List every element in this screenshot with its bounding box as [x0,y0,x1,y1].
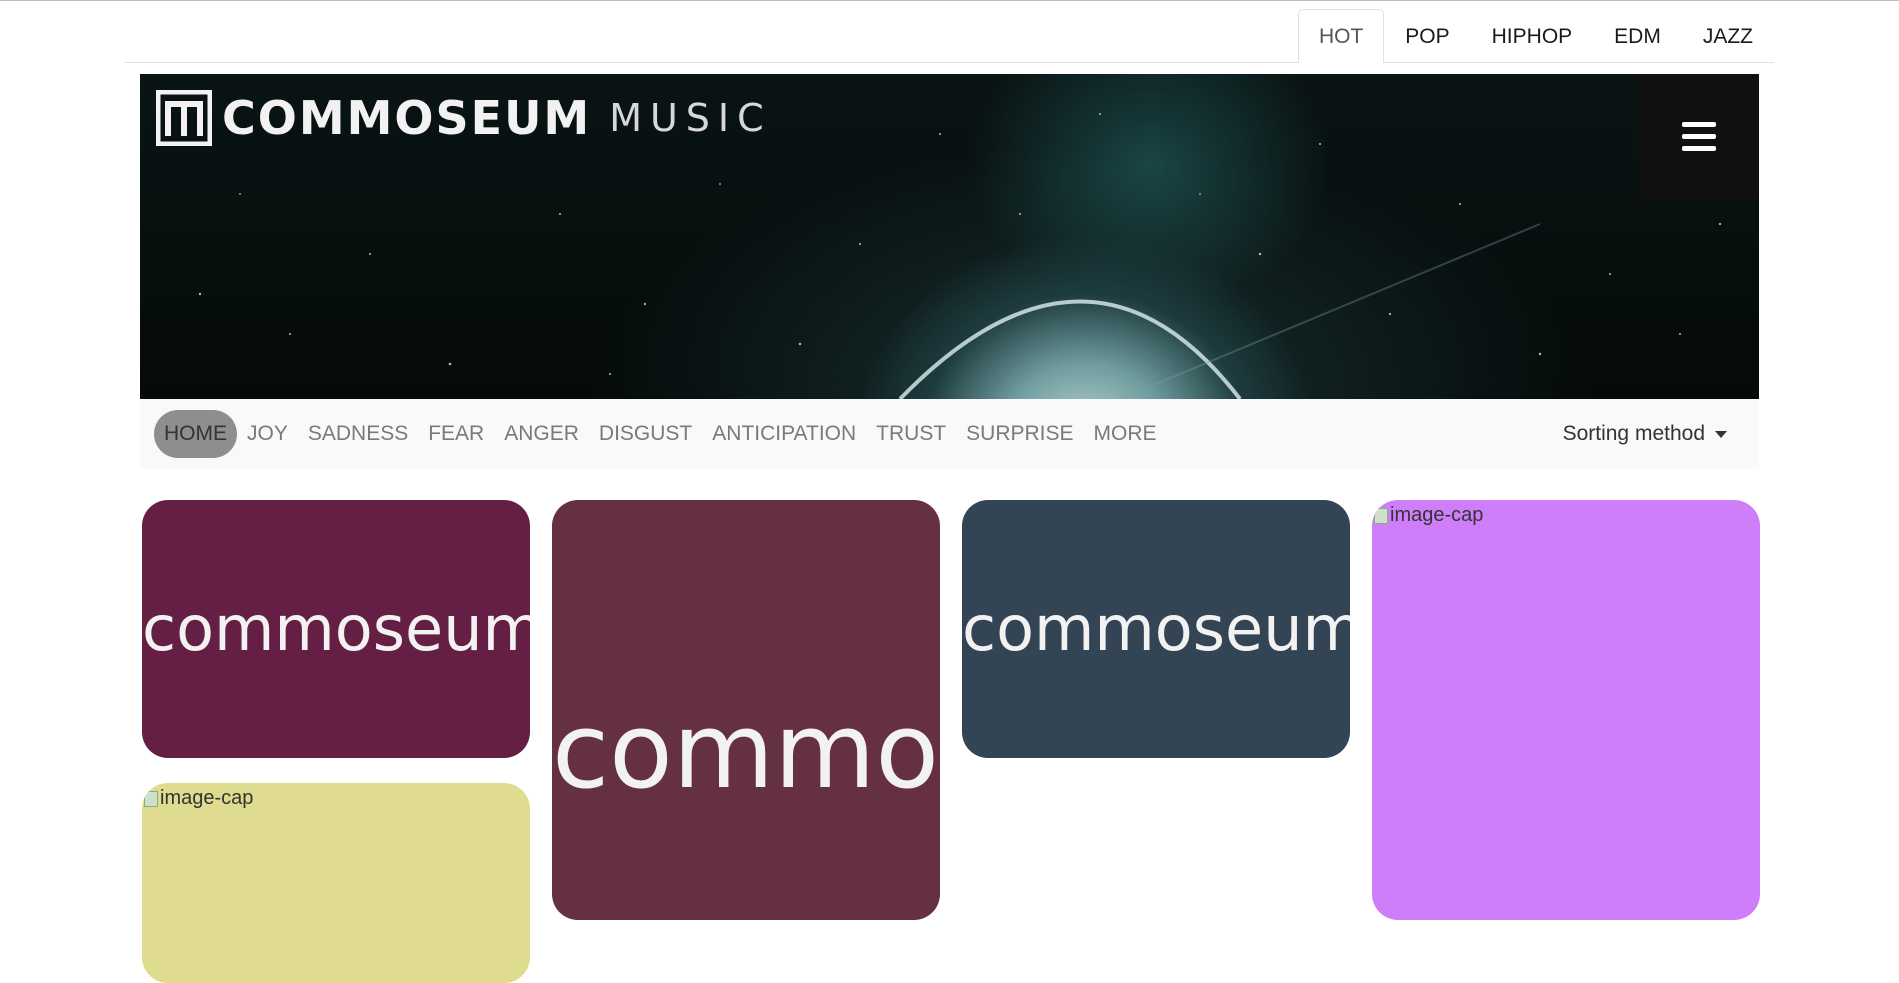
site-logo[interactable]: COMMOSEUM MUSIC [156,90,772,146]
nav-item-surprise[interactable]: SURPRISE [956,410,1083,458]
nav-item-home[interactable]: HOME [154,410,237,458]
music-card[interactable]: commoseum [962,500,1350,758]
card-title: commoseum [142,592,530,665]
nav-item-sadness[interactable]: SADNESS [298,410,418,458]
nav-item-anger[interactable]: ANGER [494,410,589,458]
nav-item-joy[interactable]: JOY [237,410,298,458]
tab-edm[interactable]: EDM [1593,10,1682,62]
broken-image-alt: image-cap [144,787,253,810]
music-card[interactable]: commoseum [142,500,530,758]
logo-subtitle: MUSIC [609,96,772,140]
card-title: commoseum [962,592,1350,665]
logo-mark-icon [156,90,212,146]
music-card[interactable]: commoseum [552,500,940,920]
tab-pop[interactable]: POP [1384,10,1470,62]
card-title: commoseum [552,690,940,812]
music-card[interactable]: image-cap [142,783,530,983]
sorting-method-label: Sorting method [1562,422,1705,445]
logo-wordmark: COMMOSEUM [222,91,592,145]
header-banner: COMMOSEUM MUSIC [140,74,1759,399]
broken-image-icon [144,790,158,807]
image-alt-text: image-cap [1390,504,1484,526]
caret-down-icon [1715,430,1727,438]
tab-hot[interactable]: HOT [1297,9,1385,63]
emotion-nav: HOME JOY SADNESS FEAR ANGER DISGUST ANTI… [140,399,1759,469]
tab-hiphop[interactable]: HIPHOP [1471,10,1594,62]
nav-item-more[interactable]: MORE [1084,410,1167,458]
nav-item-fear[interactable]: FEAR [418,410,494,458]
nav-item-disgust[interactable]: DISGUST [589,410,702,458]
broken-image-alt: image-cap [1374,504,1483,527]
tab-jazz[interactable]: JAZZ [1682,10,1774,62]
music-card[interactable]: image-cap [1372,500,1760,920]
sorting-method-dropdown[interactable]: Sorting method [1563,422,1727,446]
image-alt-text: image-cap [160,787,254,809]
genre-tabs: HOT POP HIPHOP EDM JAZZ [124,9,1774,63]
nav-item-trust[interactable]: TRUST [866,410,956,458]
nav-item-anticipation[interactable]: ANTICIPATION [702,410,866,458]
broken-image-icon [1374,507,1388,524]
hamburger-menu-icon[interactable] [1639,74,1759,199]
